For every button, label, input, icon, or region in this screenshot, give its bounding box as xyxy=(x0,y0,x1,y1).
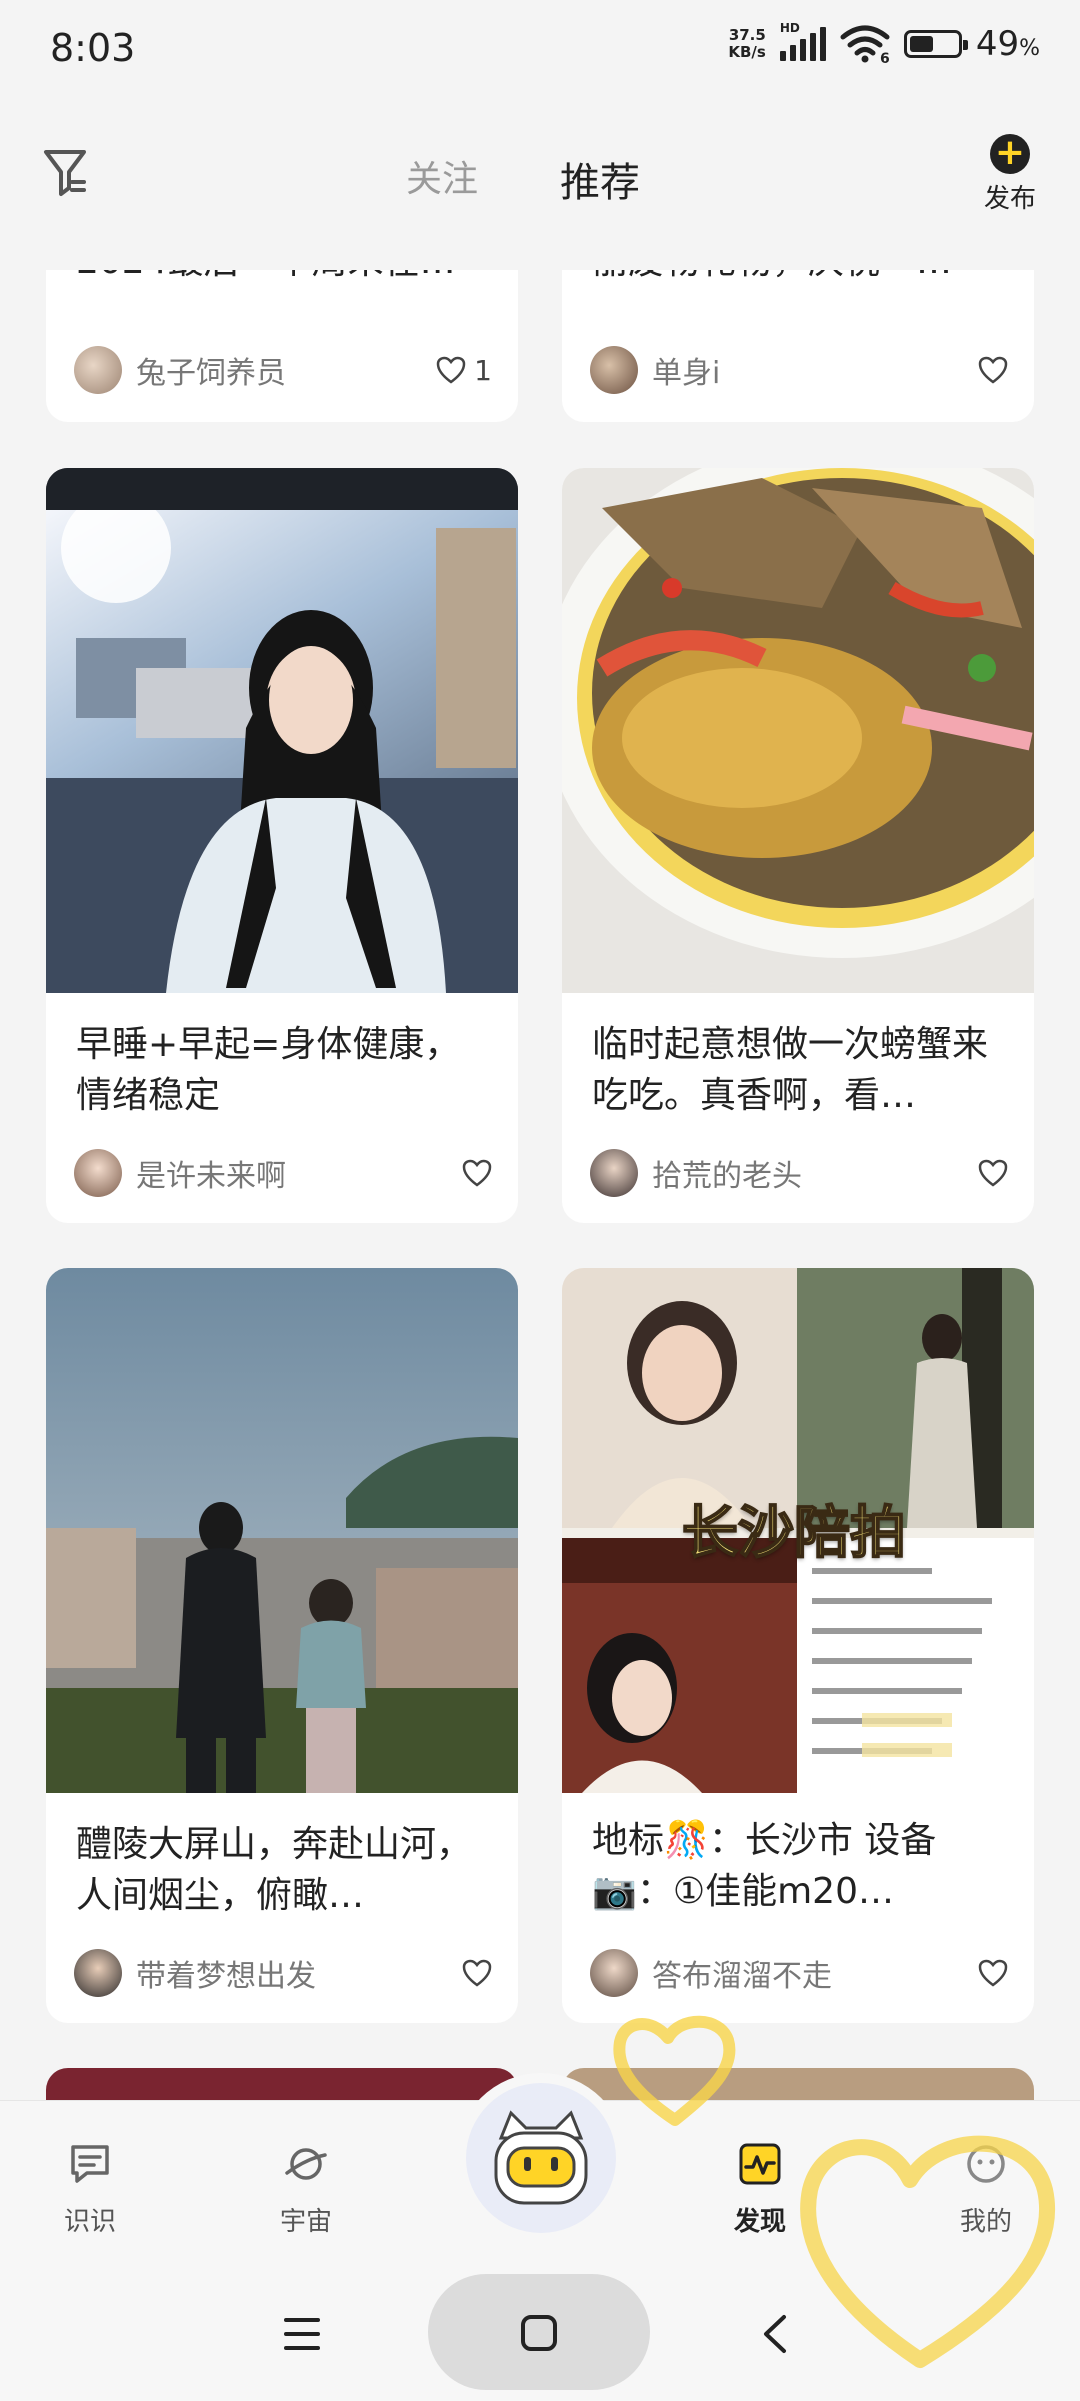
avatar[interactable] xyxy=(74,1949,122,1997)
avatar[interactable] xyxy=(590,346,638,394)
heart-icon[interactable] xyxy=(436,356,466,384)
system-nav-bar xyxy=(0,2271,1080,2391)
cellular-signal-icon: HD xyxy=(779,21,826,61)
feed-card[interactable]: 醴陵大屏山，奔赴山河，人间烟尘，俯瞰… 带着梦想出发 xyxy=(46,1268,518,2023)
card-title: 临时起意想做一次螃蟹来吃吃。真香啊，看… xyxy=(592,1024,989,1116)
tab-follow[interactable]: 关注 xyxy=(406,150,478,202)
avatar[interactable] xyxy=(74,1149,122,1197)
network-speed: 37.5 KB/s xyxy=(728,27,765,61)
nav-label: 我的 xyxy=(959,2207,1012,2237)
status-icons: 37.5 KB/s HD 6 49% xyxy=(728,21,1040,64)
image-overlay-text: 长沙陪拍 xyxy=(681,1500,907,1567)
home-icon xyxy=(521,2315,557,2351)
feed[interactable]: 2024最后一个周末在… 兔子饲养员 1 丽废物礼物，庆祝一… 单身i xyxy=(0,270,1080,2100)
card-author[interactable]: 单身i xyxy=(652,348,978,392)
home-button[interactable] xyxy=(428,2274,650,2390)
feed-card[interactable] xyxy=(46,2068,518,2100)
card-image xyxy=(46,1268,518,1793)
card-image xyxy=(562,468,1034,993)
status-time: 8:03 xyxy=(50,26,136,70)
publish-label: 发布 xyxy=(983,184,1036,214)
wifi-icon: 6 xyxy=(840,25,890,63)
battery-icon xyxy=(903,30,968,58)
card-title: 地标🎊：长沙市 设备📷：①佳能m20… xyxy=(592,1820,937,1912)
nav-label: 发现 xyxy=(733,2207,786,2237)
nav-item-shishi[interactable]: 识识 xyxy=(30,2141,150,2238)
top-header: 关注 推荐 + 发布 xyxy=(0,100,1080,270)
card-author[interactable]: 带着梦想出发 xyxy=(136,1951,462,1995)
feed-card[interactable]: 早睡+早起=身体健康，情绪稳定 是许未来啊 xyxy=(46,468,518,1223)
card-title: 2024最后一个周末在… xyxy=(46,270,518,287)
card-title: 醴陵大屏山，奔赴山河，人间烟尘，俯瞰… xyxy=(76,1824,473,1916)
network-speed-unit: KB/s xyxy=(728,43,766,61)
plus-circle-icon: + xyxy=(990,134,1030,174)
planet-icon xyxy=(285,2148,327,2180)
feed-card[interactable]: 临时起意想做一次螃蟹来吃吃。真香啊，看… 拾荒的老头 xyxy=(562,468,1034,1223)
card-author[interactable]: 拾荒的老头 xyxy=(652,1151,978,1195)
nav-item-discover[interactable]: 发现 xyxy=(700,2141,820,2238)
card-image: 长沙陪拍 xyxy=(562,1268,1034,1793)
avatar[interactable] xyxy=(590,1949,638,1997)
card-title: 早睡+早起=身体健康，情绪稳定 xyxy=(76,1024,461,1116)
feed-card[interactable]: 长沙陪拍 地标🎊：长沙市 设备📷：①佳能m20… 答布溜溜不走 xyxy=(562,1268,1034,2023)
heart-icon[interactable] xyxy=(462,1159,492,1187)
nav-label: 宇宙 xyxy=(279,2207,332,2237)
tab-recommend[interactable]: 推荐 xyxy=(560,150,640,208)
heart-icon[interactable] xyxy=(978,1959,1008,1987)
card-author[interactable]: 兔子饲养员 xyxy=(136,348,436,392)
mascot-icon xyxy=(494,2110,588,2205)
avatar[interactable] xyxy=(74,346,122,394)
feed-card[interactable]: 2024最后一个周末在… 兔子饲养员 1 xyxy=(46,270,518,422)
discover-icon xyxy=(739,2143,781,2185)
back-icon[interactable] xyxy=(760,2313,790,2355)
menu-icon[interactable] xyxy=(282,2316,322,2352)
bottom-nav: 识识 宇宙 发现 我的 xyxy=(0,2083,1080,2401)
heart-icon[interactable] xyxy=(462,1959,492,1987)
chat-icon xyxy=(71,2145,109,2183)
feed-card[interactable] xyxy=(562,2068,1034,2100)
card-author[interactable]: 是许未来啊 xyxy=(136,1151,462,1195)
heart-icon[interactable] xyxy=(978,356,1008,384)
card-author[interactable]: 答布溜溜不走 xyxy=(652,1951,978,1995)
publish-button[interactable]: + 发布 xyxy=(970,134,1050,215)
avatar[interactable] xyxy=(590,1149,638,1197)
profile-icon xyxy=(967,2145,1005,2183)
nav-item-universe[interactable]: 宇宙 xyxy=(246,2141,366,2238)
card-image xyxy=(46,468,518,993)
nav-item-me[interactable]: 我的 xyxy=(926,2141,1046,2238)
feed-card[interactable]: 丽废物礼物，庆祝一… 单身i xyxy=(562,270,1034,422)
center-mascot-button[interactable] xyxy=(466,2083,616,2233)
status-bar: 8:03 37.5 KB/s HD 6 49% xyxy=(0,0,1080,100)
svg-text:6: 6 xyxy=(880,51,890,63)
filter-icon[interactable] xyxy=(42,148,88,200)
network-type-label: HD xyxy=(779,21,800,35)
battery-percent: 49% xyxy=(975,24,1040,64)
nav-label: 识识 xyxy=(63,2207,116,2237)
network-speed-value: 37.5 xyxy=(728,26,766,44)
like-count: 1 xyxy=(474,353,492,387)
card-title: 丽废物礼物，庆祝一… xyxy=(562,270,1034,287)
heart-icon[interactable] xyxy=(978,1159,1008,1187)
